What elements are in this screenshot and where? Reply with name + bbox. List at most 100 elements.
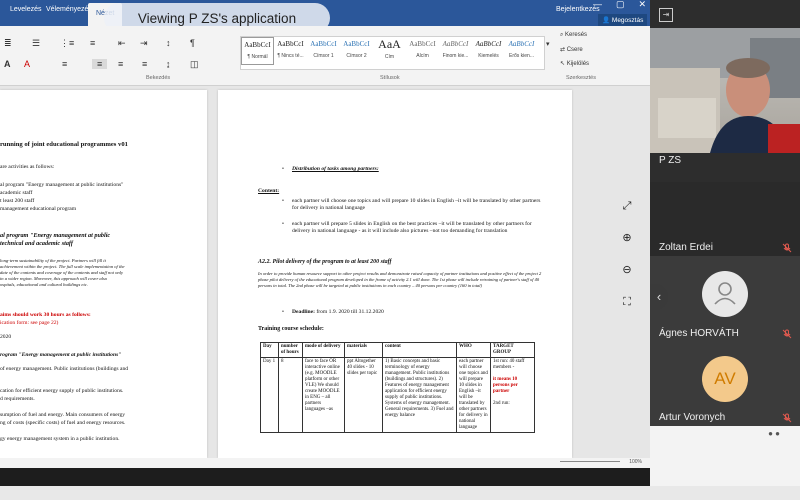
avatar — [702, 271, 748, 317]
doc-line: ng of costs (specific costs) of fuel and… — [0, 420, 126, 426]
participant-tile-agnes[interactable]: Ágnes HORVÁTH — [650, 256, 800, 344]
style-name: ¶ Nincs té... — [277, 53, 304, 59]
doc-heading: al program "Energy management at public — [0, 232, 111, 239]
teams-screen-share: Levelezés Véleményezés Nézet Bejelentkez… — [0, 0, 800, 500]
participant-tile-zoltan[interactable]: Zoltan Erdei — [650, 182, 800, 256]
align-right-icon[interactable]: ≡ — [118, 59, 123, 69]
style-subtitle[interactable]: AaBbCcI Alcím — [406, 37, 439, 65]
table-header: mode of delivery — [302, 342, 345, 358]
align-center-icon[interactable]: ≡ — [92, 59, 108, 69]
font-color-icon[interactable]: A — [24, 59, 30, 69]
style-name: Címsor 2 — [346, 53, 367, 59]
style-preview: AaBbCcI — [343, 40, 370, 48]
maximize-icon[interactable]: ▢ — [616, 0, 625, 10]
mic-muted-icon — [782, 413, 792, 423]
style-normal[interactable]: AaBbCcI ¶ Normál — [241, 37, 274, 65]
list-icon[interactable]: ☰ — [32, 38, 40, 49]
target-text: 2nd run: — [493, 401, 510, 406]
table-row: Day 1 8 face to face OR interactive onli… — [260, 357, 535, 433]
bold-icon[interactable]: A — [4, 59, 11, 69]
table-header: number of hours — [278, 342, 303, 358]
select-label: Kijelölés — [566, 61, 590, 67]
participant-tile-artur[interactable]: AV Artur Voronych — [650, 344, 800, 426]
schedule-title: Training course schedule: — [258, 326, 324, 332]
doc-line: date of the contents and coverage of the… — [0, 270, 123, 275]
zoom-in-icon[interactable]: ⊕ — [619, 230, 635, 246]
doc-line-red: aims should work 30 hours as follows: — [0, 312, 91, 318]
increase-indent-icon[interactable]: ⇥ — [140, 38, 148, 49]
line-spacing-icon[interactable]: ↨ — [166, 59, 171, 69]
doc-line: long-term sustainability of the project.… — [0, 258, 106, 263]
justify-icon[interactable]: ≡ — [142, 59, 147, 69]
table-header: Day — [260, 342, 279, 358]
shading-icon[interactable]: ◫ — [190, 59, 199, 70]
ribbon: ≣ ☰ ⋮≡ ≡ ⇤ ⇥ ↕ ¶ A A ≡ ≡ ≡ ≡ ↨ ◫ AaBbCcI… — [0, 26, 650, 86]
select-button[interactable]: ↖ Kijelölés — [560, 60, 589, 67]
participant-tile-pzs[interactable]: P ZS — [650, 28, 800, 166]
replace-button[interactable]: ⇄ Csere — [560, 46, 583, 53]
fit-screen-icon[interactable]: ⤢ — [619, 198, 635, 214]
doc-line: cation for efficient energy supply of pu… — [0, 388, 124, 394]
style-emphasis[interactable]: AaBbCcI Kiemelés — [472, 37, 505, 65]
deadline-label: Deadline: — [292, 309, 315, 315]
style-name: Kiemelés — [478, 53, 499, 59]
zoom-slider[interactable] — [560, 461, 620, 462]
share-button[interactable]: 👤 Megosztás — [598, 14, 648, 26]
doc-line: gy energy management system in a public … — [0, 436, 120, 442]
zoom-out-icon[interactable]: ⊖ — [619, 262, 635, 278]
gallery-scroll-icon[interactable]: ▾ — [546, 40, 550, 48]
align-left-icon[interactable]: ≡ — [62, 59, 67, 69]
style-preview: AaBbCcI — [277, 40, 304, 48]
table-cell: 1) Basic concepts and basic terminology … — [382, 357, 457, 433]
style-title[interactable]: AaA Cím — [373, 37, 406, 65]
style-name: Finom kie... — [442, 53, 469, 59]
style-preview: AaBbCcI — [310, 40, 337, 48]
table-header: materials — [344, 342, 383, 358]
sort-icon[interactable]: ↕ — [166, 38, 171, 48]
numbered-list-icon[interactable]: ⋮≡ — [60, 38, 74, 49]
doc-line: d requirements. — [0, 396, 35, 402]
find-button[interactable]: ⌕ Keresés — [560, 32, 587, 39]
bullet-marker: • — [282, 166, 284, 172]
style-intense-emphasis[interactable]: AaBbCcI Erős kien... — [505, 37, 538, 65]
multilevel-list-icon[interactable]: ≡ — [90, 38, 95, 48]
chevron-left-icon: ‹ — [656, 289, 662, 304]
doc-line: of energy management. Public institution… — [0, 366, 129, 372]
doc-line: ospitals, educational and cultural build… — [0, 282, 88, 287]
doc-line: 2020 — [0, 334, 12, 340]
fullscreen-icon[interactable]: ⛶ — [619, 294, 635, 310]
group-label-editing: Szerkesztés — [566, 75, 596, 81]
schedule-table: Day number of hours mode of delivery mat… — [260, 342, 535, 433]
table-cell: each partner will choose one topics and … — [456, 357, 491, 433]
group-label-paragraph: Bekezdés — [146, 75, 171, 81]
bottom-strip — [0, 486, 800, 500]
viewer-zoom-tools: ⤢ ⊕ ⊖ ⛶ — [617, 198, 637, 310]
section-heading: A2.2. Pilot delivery of the program to a… — [258, 259, 392, 265]
tab-velemenyezes[interactable]: Véleményezés — [46, 6, 92, 13]
tab-levelezes[interactable]: Levelezés — [10, 6, 42, 13]
shared-word-window: Levelezés Véleményezés Nézet Bejelentkez… — [0, 0, 650, 486]
style-no-spacing[interactable]: AaBbCcI ¶ Nincs té... — [274, 37, 307, 65]
style-heading-2[interactable]: AaBbCcI Címsor 2 — [340, 37, 373, 65]
participant-name: Artur Voronych — [659, 412, 726, 423]
indent-icon[interactable]: ≣ — [4, 38, 12, 49]
word-status-bar: 100% — [0, 458, 650, 468]
bullet-marker: • — [282, 221, 284, 227]
table-cell: Day 1 — [260, 357, 279, 433]
share-label: Megosztás — [611, 17, 644, 24]
expand-icon[interactable]: ⇥ — [659, 8, 673, 22]
style-preview: AaBbCcI — [409, 40, 436, 48]
table-header: WHO — [456, 342, 491, 358]
style-subtle-emphasis[interactable]: AaBbCcI Finom kie... — [439, 37, 472, 65]
decrease-indent-icon[interactable]: ⇤ — [118, 38, 126, 49]
close-icon[interactable]: ✕ — [638, 0, 646, 10]
style-name: Címsor 1 — [313, 53, 334, 59]
pager-dots-icon[interactable]: ● ● — [768, 429, 780, 438]
zoom-level: 100% — [629, 459, 642, 465]
participant-name: Ágnes HORVÁTH — [659, 328, 739, 339]
pilcrow-icon[interactable]: ¶ — [190, 38, 195, 48]
minimize-icon[interactable]: — — [593, 0, 602, 10]
document-page-right: • Distribution of tasks among partners: … — [218, 90, 572, 458]
style-heading-1[interactable]: AaBbCcI Címsor 1 — [307, 37, 340, 65]
doc-line: al program "Energy management at public … — [0, 182, 124, 188]
